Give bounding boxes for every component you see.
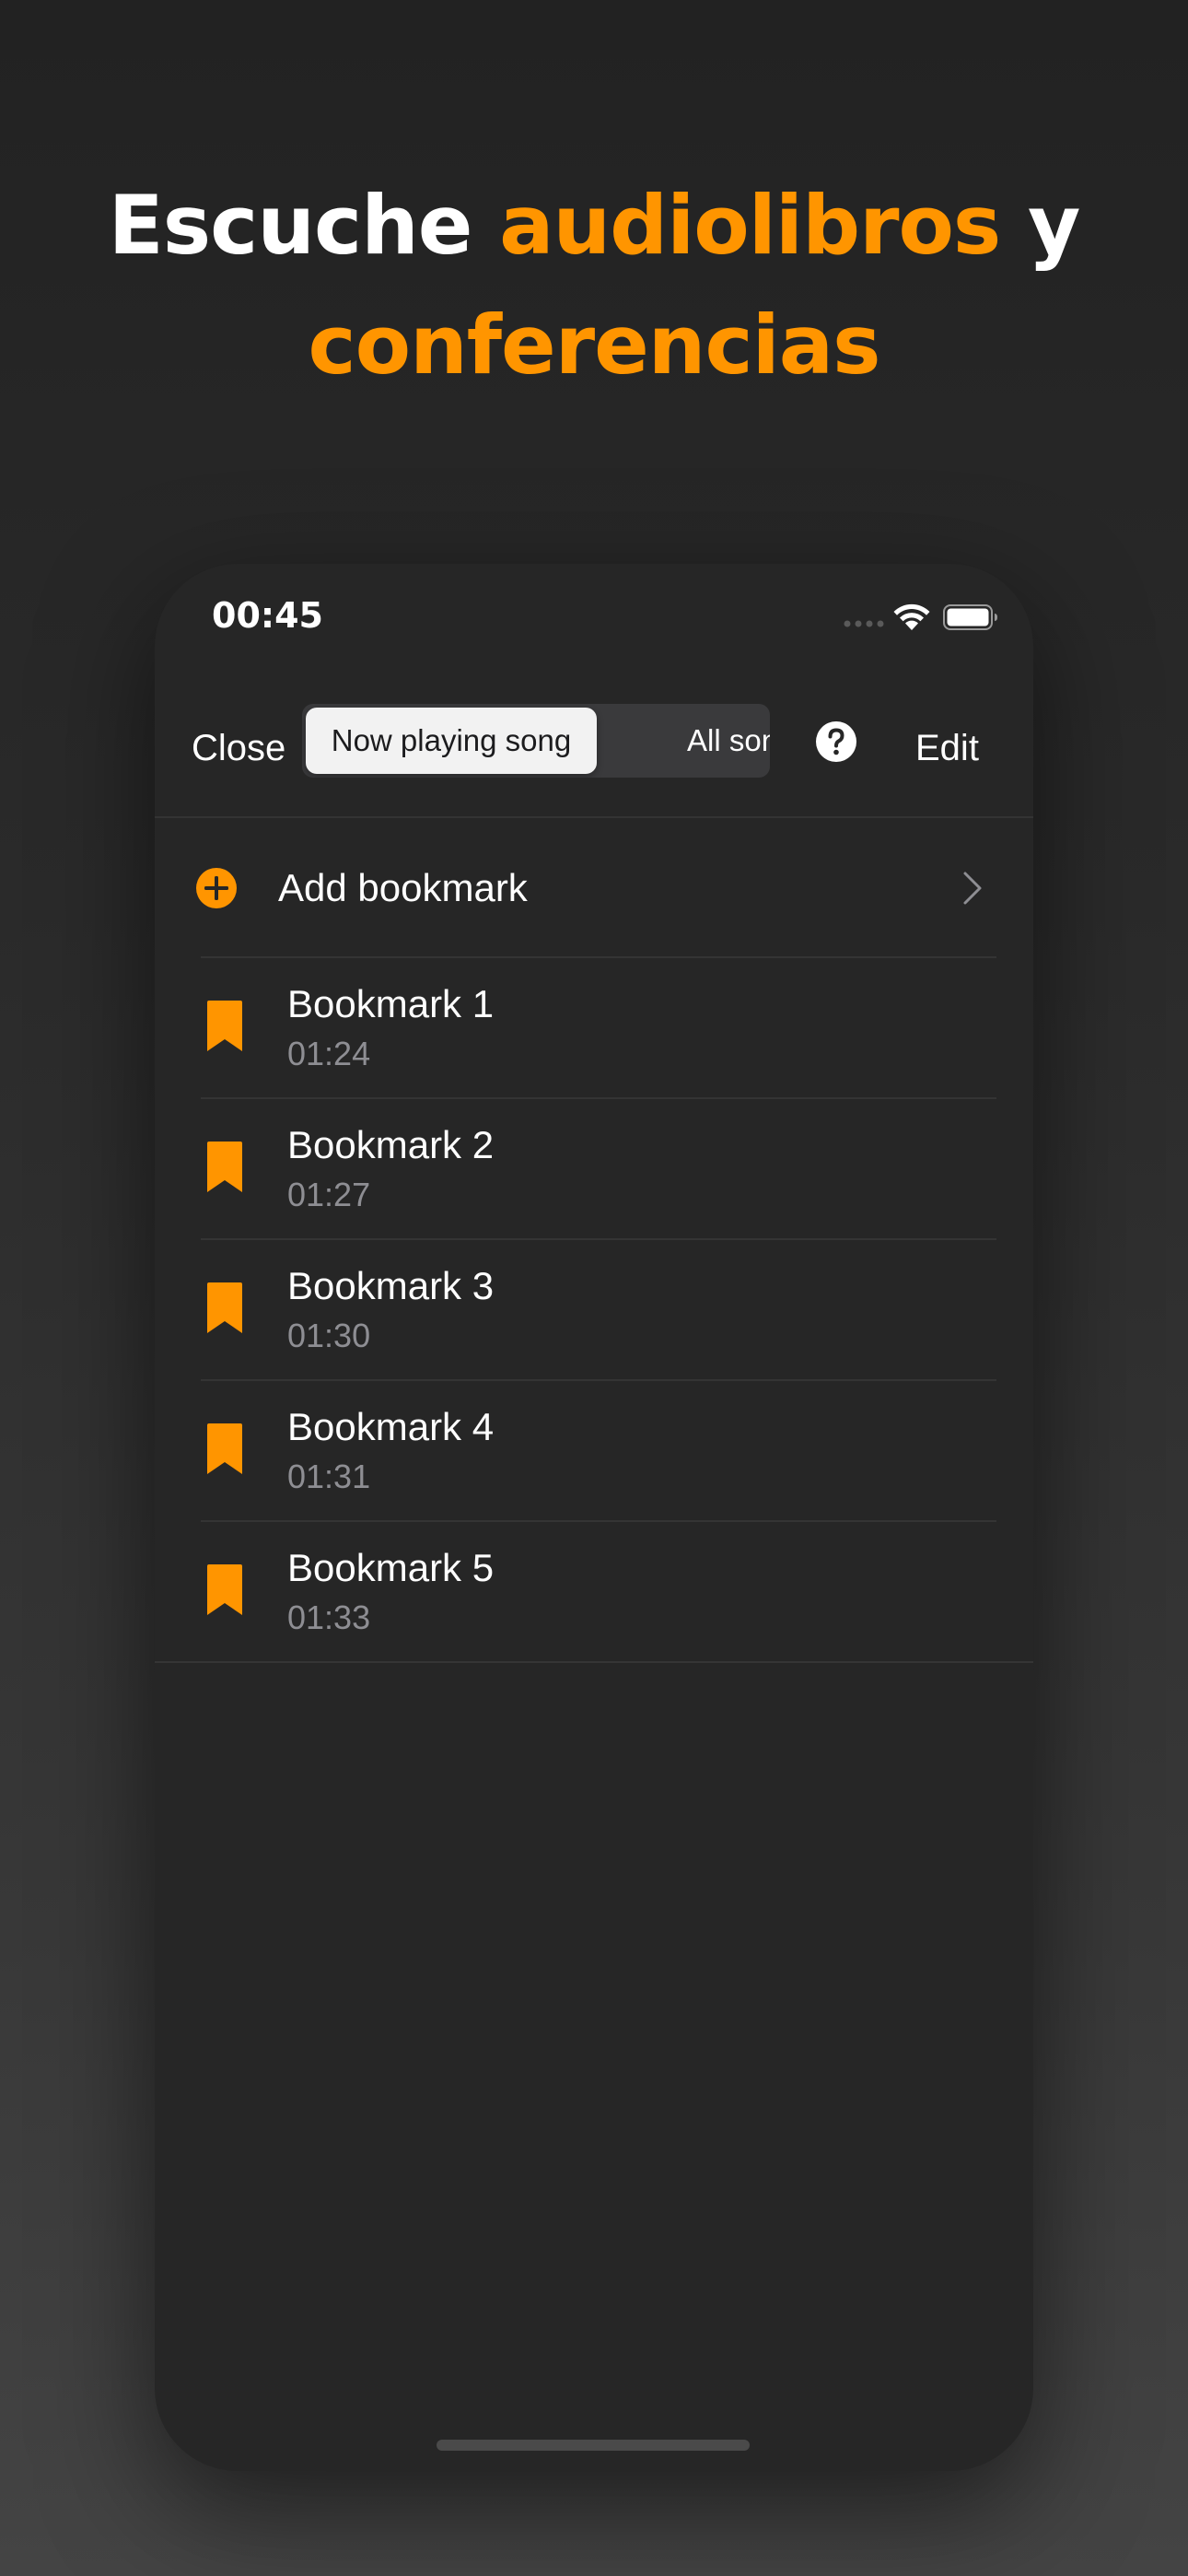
add-bookmark-label: Add bookmark [278, 866, 528, 909]
bookmark-icon [207, 1564, 242, 1615]
add-bookmark-row[interactable]: Add bookmark [155, 818, 1033, 958]
segment-now-playing-song[interactable]: Now playing song [306, 708, 597, 774]
bookmark-icon [207, 1423, 242, 1474]
battery-icon [943, 604, 997, 630]
promo-headline: Escuche audiolibros y conferencias [0, 166, 1188, 405]
bookmark-row[interactable]: Bookmark 4 01:31 [155, 1381, 1033, 1522]
bookmark-title: Bookmark 2 [287, 1123, 495, 1166]
bookmark-icon [207, 1001, 242, 1051]
bookmark-time: 01:31 [287, 1458, 371, 1495]
phone-screen: 00:45 Close Now playing song All songs [155, 564, 1033, 2471]
headline-text-y: y [1000, 178, 1080, 273]
close-button[interactable]: Close [192, 730, 285, 767]
help-question-icon[interactable] [815, 720, 857, 763]
bookmark-title: Bookmark 5 [287, 1546, 495, 1589]
bookmark-title: Bookmark 4 [287, 1405, 495, 1448]
add-circle-icon [196, 868, 237, 908]
bookmark-time: 01:30 [287, 1317, 371, 1354]
headline-line-1: Escuche audiolibros y [0, 166, 1188, 286]
bookmark-row[interactable]: Bookmark 2 01:27 [155, 1099, 1033, 1240]
chevron-right-icon [963, 872, 982, 905]
home-indicator[interactable] [437, 2440, 750, 2451]
edit-button[interactable]: Edit [915, 730, 979, 767]
bookmark-title: Bookmark 3 [287, 1264, 495, 1307]
headline-accent-audiolibros: audiolibros [499, 178, 1001, 273]
bookmark-icon [207, 1142, 242, 1192]
navigation-bar: Close Now playing song All songs Edit [155, 684, 1033, 813]
bookmark-time: 01:27 [287, 1176, 371, 1213]
status-bar: 00:45 [155, 564, 1033, 674]
bookmark-time: 01:24 [287, 1035, 371, 1072]
segment-all-songs[interactable]: All songs [687, 708, 770, 774]
bookmark-list: Add bookmark Bookmark 1 01:24 Bookmark 2… [155, 818, 1033, 1663]
bookmark-row[interactable]: Bookmark 3 01:30 [155, 1240, 1033, 1381]
status-time: 00:45 [212, 595, 323, 636]
bookmark-time: 01:33 [287, 1598, 371, 1636]
headline-line-2: conferencias [0, 286, 1188, 405]
cellular-signal-icon [844, 620, 884, 627]
headline-accent-conferencias: conferencias [308, 298, 880, 392]
list-bottom-divider [155, 1661, 1033, 1663]
headline-text: Escuche [108, 178, 500, 273]
segmented-control: Now playing song All songs [302, 704, 770, 778]
bookmark-row[interactable]: Bookmark 5 01:33 [155, 1522, 1033, 1663]
bookmark-icon [207, 1282, 242, 1333]
bookmark-row[interactable]: Bookmark 1 01:24 [155, 958, 1033, 1099]
wifi-icon [893, 603, 930, 630]
bookmark-title: Bookmark 1 [287, 982, 495, 1025]
